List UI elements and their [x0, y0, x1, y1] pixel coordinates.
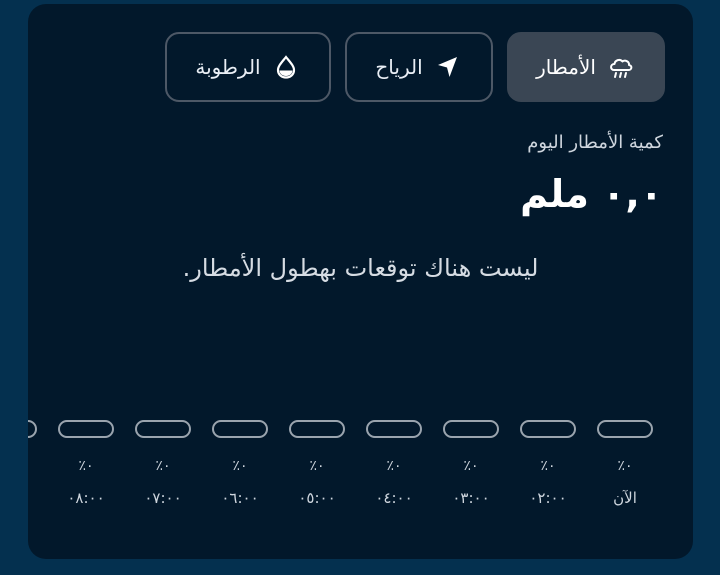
hour-slot: ٪٠ ٠٥:٠٠	[282, 420, 352, 507]
hour-slot: ٪٠ ٠٨:٠٠	[51, 420, 121, 507]
forecast-message: ليست هناك توقعات بهطول الأمطار.	[182, 254, 539, 282]
rain-cloud-icon	[606, 52, 636, 82]
rain-chance-percent: ٪٠	[617, 458, 633, 474]
hour-label: ٠٦:٠٠	[221, 489, 259, 507]
rain-chance-percent: ٪٠	[386, 458, 402, 474]
hour-slot: ٪٠ ٠٤:٠٠	[359, 420, 429, 507]
navigation-arrow-icon	[433, 52, 463, 82]
tab-wind-label: الرياح	[375, 55, 423, 79]
hour-label: ٠٤:٠٠	[375, 489, 413, 507]
hour-label: الآن	[613, 489, 637, 507]
tab-rain[interactable]: الأمطار	[507, 32, 665, 102]
water-drop-icon	[271, 52, 301, 82]
hour-label: ٠٨:٠٠	[67, 489, 105, 507]
rain-chance-bar	[135, 420, 191, 438]
hour-label: ٠٧:٠٠	[144, 489, 182, 507]
rain-chance-bar	[28, 420, 37, 438]
rain-chance-bar	[520, 420, 576, 438]
tab-humidity-label: الرطوبة	[195, 55, 261, 79]
tab-wind[interactable]: الرياح	[345, 32, 493, 102]
rain-chance-percent: ٪٠	[463, 458, 479, 474]
metric-tabs: الأمطار الرياح الرطوبة	[165, 32, 665, 102]
rain-chance-bar	[443, 420, 499, 438]
rain-chance-percent: ٪٠	[309, 458, 325, 474]
hour-slot: ٪٠ الآن	[590, 420, 660, 507]
rain-chance-bar	[597, 420, 653, 438]
hour-slot: ٪٠ ٠٣:٠٠	[436, 420, 506, 507]
rain-chance-percent: ٪٠	[540, 458, 556, 474]
hour-label: ٠٥:٠٠	[298, 489, 336, 507]
rain-chance-bar	[289, 420, 345, 438]
hour-label: ٠٣:٠٠	[452, 489, 490, 507]
rain-amount: ٠,٠ ملم	[520, 172, 663, 216]
rain-chance-bar	[366, 420, 422, 438]
hour-label: ٠٢:٠٠	[529, 489, 567, 507]
rain-subtitle: كمية الأمطار اليوم	[527, 132, 663, 153]
hour-slot: ٪٠ ٠٢:٠٠	[513, 420, 583, 507]
rain-chance-percent: ٪٠	[155, 458, 171, 474]
hour-slot: ٪٠ ٠٧:٠٠	[128, 420, 198, 507]
rain-chance-bar	[58, 420, 114, 438]
rain-chance-percent: ٪٠	[78, 458, 94, 474]
rain-chance-bar	[212, 420, 268, 438]
hour-slot: ٪٠ ٠٦:٠٠	[205, 420, 275, 507]
tab-humidity[interactable]: الرطوبة	[165, 32, 331, 102]
hour-slot-partial	[28, 420, 44, 438]
rain-chance-percent: ٪٠	[232, 458, 248, 474]
precipitation-card: الأمطار الرياح الرطوبة كمية الأمطار اليو…	[28, 4, 693, 559]
tab-rain-label: الأمطار	[536, 55, 596, 79]
